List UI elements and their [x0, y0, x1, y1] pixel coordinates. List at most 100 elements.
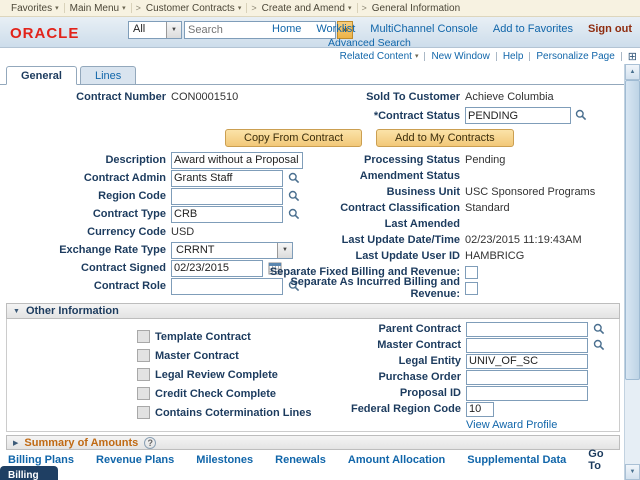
separator — [424, 52, 425, 61]
business-unit-value: USC Sponsored Programs — [465, 186, 595, 198]
contract-status-input[interactable] — [465, 107, 571, 124]
processing-status-value: Pending — [465, 154, 505, 166]
worklist-link[interactable]: Worklist — [316, 23, 355, 35]
expand-icon: ▶ — [13, 439, 18, 447]
application-window: Favorites ▾ Main Menu ▾ > Customer Contr… — [0, 0, 640, 480]
footer-links: Billing Plans Revenue Plans Milestones R… — [8, 453, 622, 467]
add-to-my-contracts-button[interactable]: Add to My Contracts — [376, 129, 514, 147]
search-scope-value: All — [129, 22, 166, 38]
other-information-header[interactable]: ▼ Other Information — [6, 303, 620, 319]
sold-to-customer-label: Sold To Customer — [245, 91, 460, 103]
parent-contract-input[interactable] — [466, 322, 588, 337]
last-update-datetime-value: 02/23/2015 11:19:43AM — [465, 234, 582, 246]
related-content-label: Related Content — [340, 51, 412, 62]
breadcrumb-customer-contracts-label: Customer Contracts — [146, 3, 235, 14]
breadcrumb: Favorites ▾ Main Menu ▾ > Customer Contr… — [0, 0, 640, 17]
bottom-partial-tab[interactable]: Billing — [0, 466, 58, 480]
federal-region-code-label: Federal Region Code — [246, 403, 461, 415]
separator — [621, 52, 622, 61]
contract-number-value: CON0001510 — [171, 91, 238, 103]
master-contract-checkbox — [137, 349, 150, 362]
other-information-body: Template Contract Master Contract Legal … — [6, 319, 620, 432]
lookup-icon[interactable] — [593, 339, 605, 351]
renewals-link[interactable]: Renewals — [275, 454, 326, 466]
separate-incurred-billing-checkbox[interactable] — [465, 282, 478, 295]
scroll-up-button[interactable]: ▲ — [625, 64, 640, 80]
related-content-link[interactable]: Related Content ▾ — [340, 51, 419, 62]
multichannel-console-link[interactable]: MultiChannel Console — [370, 23, 478, 35]
breadcrumb-general-information[interactable]: General Information — [367, 3, 465, 14]
breadcrumb-customer-contracts[interactable]: Customer Contracts ▾ — [141, 3, 246, 14]
sign-out-link[interactable]: Sign out — [588, 23, 632, 35]
breadcrumb-favorites[interactable]: Favorites ▾ — [6, 3, 64, 14]
tab-lines[interactable]: Lines — [80, 66, 136, 84]
master-contract-label: Master Contract — [246, 339, 461, 351]
amount-allocation-link[interactable]: Amount Allocation — [348, 454, 445, 466]
legal-review-complete-checkbox — [137, 368, 150, 381]
view-award-profile-link[interactable]: View Award Profile — [466, 419, 557, 431]
master-contract-input[interactable] — [466, 338, 588, 353]
lookup-icon[interactable] — [575, 109, 587, 121]
summary-of-amounts-header[interactable]: ▶ Summary of Amounts ? — [6, 435, 620, 450]
tab-general[interactable]: General — [6, 66, 77, 85]
billing-plans-link[interactable]: Billing Plans — [8, 454, 74, 466]
page-content: Contract Number CON0001510 Sold To Custo… — [0, 85, 624, 480]
federal-region-code-input[interactable] — [466, 402, 494, 417]
contract-type-label: Contract Type — [8, 208, 166, 220]
help-icon[interactable]: ? — [144, 437, 156, 449]
contract-admin-label: Contract Admin — [8, 172, 166, 184]
chevron-down-icon: ▾ — [348, 4, 352, 12]
milestones-link[interactable]: Milestones — [196, 454, 253, 466]
contract-signed-label: Contract Signed — [8, 262, 166, 274]
vertical-scrollbar[interactable]: ▲ ▼ — [624, 64, 640, 480]
contract-classification-value: Standard — [465, 202, 510, 214]
processing-status-label: Processing Status — [245, 154, 460, 166]
region-code-label: Region Code — [8, 190, 166, 202]
separator — [131, 3, 132, 13]
revenue-plans-link[interactable]: Revenue Plans — [96, 454, 174, 466]
header-bar: ORACLE All ▼ » Advanced Search Home Work… — [0, 17, 640, 48]
chevron-down-icon: ▾ — [122, 4, 126, 12]
scroll-down-button[interactable]: ▼ — [625, 464, 640, 480]
currency-code-value: USD — [171, 226, 194, 238]
separate-incurred-billing-label: Separate As Incurred Billing and Revenue… — [245, 276, 460, 300]
contract-role-label: Contract Role — [8, 280, 166, 292]
lookup-icon[interactable] — [593, 323, 605, 335]
breadcrumb-main-menu[interactable]: Main Menu ▾ — [65, 3, 131, 14]
scrollbar-thumb[interactable] — [625, 80, 640, 380]
exchange-rate-type-label: Exchange Rate Type — [8, 244, 166, 256]
action-buttons: Copy From Contract Add to My Contracts — [225, 129, 514, 147]
supplemental-data-link[interactable]: Supplemental Data — [467, 454, 566, 466]
business-unit-label: Business Unit — [245, 186, 460, 198]
add-to-favorites-link[interactable]: Add to Favorites — [493, 23, 573, 35]
last-update-user-label: Last Update User ID — [245, 250, 460, 262]
separate-fixed-billing-checkbox[interactable] — [465, 266, 478, 279]
new-window-link[interactable]: New Window — [431, 51, 489, 62]
contains-cotermination-lines-checkbox — [137, 406, 150, 419]
breadcrumb-create-and-amend-label: Create and Amend — [262, 3, 345, 14]
purchase-order-input[interactable] — [466, 370, 588, 385]
proposal-id-input[interactable] — [466, 386, 588, 401]
purchase-order-label: Purchase Order — [246, 371, 461, 383]
amendment-status-label: Amendment Status — [245, 170, 460, 182]
tab-strip: General Lines — [0, 64, 624, 85]
contract-status-label: *Contract Status — [245, 110, 460, 122]
page-utility-bar: Related Content ▾ New Window Help Person… — [0, 48, 640, 64]
legal-entity-input[interactable] — [466, 354, 588, 369]
chevron-down-icon: ▾ — [415, 52, 419, 60]
grid-icon[interactable]: ⊞ — [628, 50, 637, 63]
help-link[interactable]: Help — [503, 51, 524, 62]
search-scope-select[interactable]: All ▼ — [128, 21, 182, 39]
last-amended-label: Last Amended — [245, 218, 460, 230]
other-information-fields: Parent Contract Master Contract — [246, 321, 605, 433]
copy-from-contract-button[interactable]: Copy From Contract — [225, 129, 362, 147]
breadcrumb-main-menu-label: Main Menu — [70, 3, 119, 14]
last-update-user-value: HAMBRICG — [465, 250, 524, 262]
separator — [246, 3, 247, 13]
breadcrumb-create-and-amend[interactable]: Create and Amend ▾ — [257, 3, 357, 14]
separator — [496, 52, 497, 61]
master-contract-checkbox-label: Master Contract — [155, 350, 239, 362]
personalize-page-link[interactable]: Personalize Page — [536, 51, 614, 62]
home-link[interactable]: Home — [272, 23, 301, 35]
legal-entity-label: Legal Entity — [246, 355, 461, 367]
